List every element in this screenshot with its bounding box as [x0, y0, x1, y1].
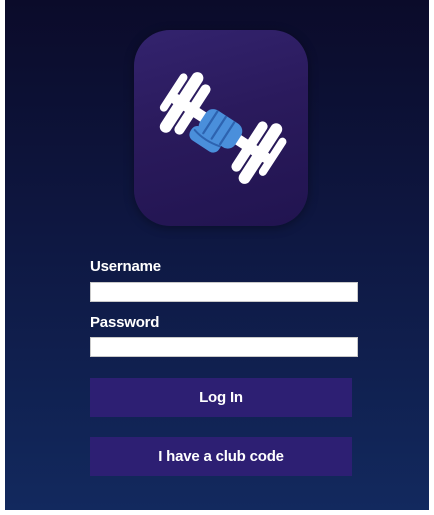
username-input[interactable]	[90, 282, 358, 302]
login-button[interactable]: Log In	[90, 378, 352, 417]
club-code-button[interactable]: I have a club code	[90, 437, 352, 476]
login-window: Username Password Log In I have a club c…	[5, 0, 429, 510]
password-label: Password	[90, 314, 160, 331]
username-label: Username	[90, 258, 161, 275]
app-logo	[134, 30, 308, 226]
password-input[interactable]	[90, 337, 358, 357]
dumbbell-in-hand-icon	[159, 72, 287, 184]
